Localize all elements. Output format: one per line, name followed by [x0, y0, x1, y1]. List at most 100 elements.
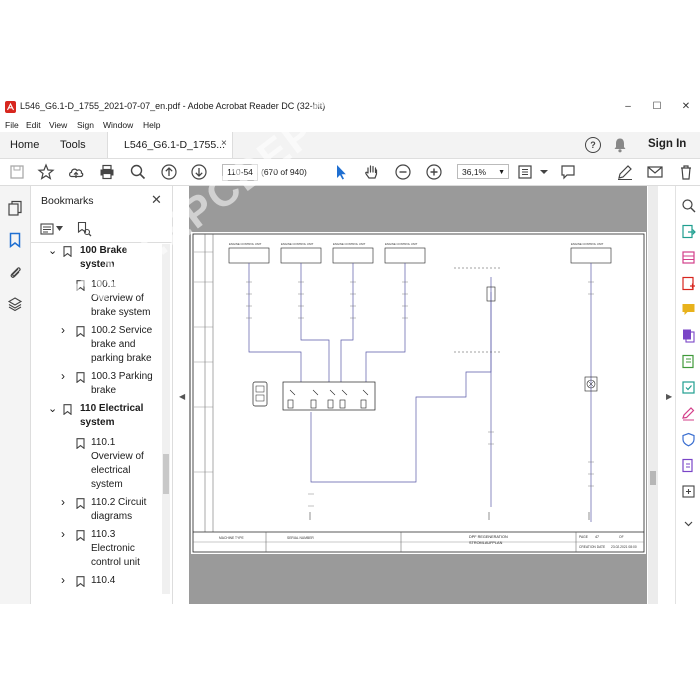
zoom-level-value: 36,1%	[462, 167, 487, 177]
sign-in-button[interactable]: Sign In	[648, 138, 686, 150]
document-scrollbar[interactable]	[648, 186, 658, 604]
menu-file[interactable]: File	[5, 120, 19, 130]
tab-document[interactable]: L546_G6.1-D_1755... ×	[107, 132, 233, 158]
creation-date-value: 23.02.2021 08:00	[611, 545, 637, 549]
bookmark-item[interactable]: › 100.2 Service brake and parking brake	[31, 323, 163, 368]
bookmark-item[interactable]: › 100.3 Parking brake	[31, 369, 163, 400]
chevron-down-icon[interactable]	[56, 226, 63, 232]
right-tools-rail	[675, 186, 700, 604]
acrobat-window: L546_G6.1-D_1755_2021-07-07_en.pdf - Ado…	[0, 97, 700, 604]
page-label: PAGE	[579, 535, 589, 539]
main-toolbar: 110-54 (670 of 940) 36,1% ▼	[0, 159, 700, 186]
select-cursor-icon[interactable]	[332, 163, 350, 181]
bookmark-label: 100.3 Parking brake	[91, 371, 153, 396]
upload-cloud-icon[interactable]	[67, 163, 85, 181]
expander-icon[interactable]: ›	[61, 495, 65, 509]
zoom-in-icon[interactable]	[425, 163, 443, 181]
attachments-paperclip-icon[interactable]	[7, 264, 23, 280]
zoom-search-icon[interactable]	[681, 198, 696, 213]
expander-icon[interactable]: ⌄	[48, 244, 57, 258]
bookmark-label: 110 Electrical system	[80, 403, 144, 428]
comment-tool-icon[interactable]	[681, 302, 696, 317]
scan-ocr-icon[interactable]	[681, 380, 696, 395]
page-thumbnails-icon[interactable]	[7, 200, 23, 216]
pdf-page: MACHINE TYPE SERIAL NUMBER DPF REGENERAT…	[191, 232, 646, 554]
tab-close-button[interactable]: ×	[221, 138, 227, 149]
menu-edit[interactable]: Edit	[26, 120, 41, 130]
bookmark-item[interactable]: › 110.2 Circuit diagrams	[31, 495, 163, 526]
previous-page-icon[interactable]	[160, 163, 178, 181]
bookmarks-scrollbar[interactable]	[162, 244, 170, 594]
help-icon[interactable]: ?	[585, 137, 601, 153]
send-for-review-icon[interactable]	[681, 458, 696, 473]
close-panel-button[interactable]: ✕	[151, 192, 162, 208]
maximize-button[interactable]: ☐	[650, 100, 664, 114]
bookmark-item[interactable]: 100.1 Overview of brake system	[31, 278, 163, 322]
close-button[interactable]: ✕	[679, 100, 693, 114]
bookmark-item[interactable]: › 110.3 Electronic control unit	[31, 527, 163, 572]
bookmarks-toolbar	[31, 216, 172, 243]
expander-icon[interactable]: ›	[61, 573, 65, 587]
search-icon[interactable]	[129, 163, 147, 181]
expander-icon[interactable]: ›	[61, 527, 65, 541]
menu-window[interactable]: Window	[103, 120, 133, 130]
bookmark-icon	[76, 326, 85, 337]
title-bar: L546_G6.1-D_1755_2021-07-07_en.pdf - Ado…	[0, 97, 700, 117]
bookmark-star-icon[interactable]	[37, 163, 55, 181]
circuit-diagram: MACHINE TYPE SERIAL NUMBER DPF REGENERAT…	[192, 233, 645, 553]
fit-page-icon[interactable]	[516, 163, 534, 181]
save-icon[interactable]	[8, 163, 26, 181]
email-icon[interactable]	[646, 163, 664, 181]
scrollbar-thumb[interactable]	[650, 471, 656, 485]
collapse-panel-right-icon[interactable]: ▶	[666, 392, 672, 401]
more-tools-icon[interactable]	[681, 484, 696, 499]
bookmark-item[interactable]: › 110.4	[31, 573, 163, 592]
chevron-down-icon[interactable]	[681, 516, 696, 531]
expander-icon[interactable]: ›	[61, 369, 65, 383]
next-page-icon[interactable]	[190, 163, 208, 181]
combine-files-icon[interactable]	[681, 328, 696, 343]
window-title: L546_G6.1-D_1755_2021-07-07_en.pdf - Ado…	[20, 101, 326, 111]
edit-pdf-icon[interactable]	[681, 354, 696, 369]
diagram-title: DPF REGENERATION	[469, 535, 508, 539]
menu-view[interactable]: View	[49, 120, 67, 130]
bookmark-icon	[63, 404, 72, 415]
tab-tools[interactable]: Tools	[60, 139, 86, 151]
fill-sign-icon[interactable]	[681, 406, 696, 421]
expander-icon[interactable]: ⌄	[48, 402, 57, 416]
ecu-label: ENGINE CONTROL UNIT	[229, 242, 262, 246]
expander-icon[interactable]: ›	[61, 323, 65, 337]
protect-shield-icon[interactable]	[681, 432, 696, 447]
minimize-button[interactable]: –	[621, 100, 635, 114]
bookmarks-panel-icon[interactable]	[7, 232, 23, 248]
export-pdf-icon[interactable]	[681, 224, 696, 239]
create-pdf-icon[interactable]	[681, 276, 696, 291]
bookmark-label: 100.1 Overview of brake system	[91, 279, 151, 318]
sign-pen-icon[interactable]	[616, 163, 634, 181]
tab-home[interactable]: Home	[10, 139, 39, 151]
layers-icon[interactable]	[7, 296, 23, 312]
print-icon[interactable]	[98, 163, 116, 181]
notifications-bell-icon[interactable]	[613, 137, 627, 153]
menu-help[interactable]: Help	[143, 120, 160, 130]
hand-tool-icon[interactable]	[363, 163, 381, 181]
delete-icon[interactable]	[677, 163, 695, 181]
bookmark-label: 100.2 Service brake and parking brake	[91, 325, 153, 364]
bookmark-item[interactable]: ⌄ 100 Brake system	[31, 244, 163, 274]
chevron-down-icon[interactable]	[535, 163, 553, 181]
bookmark-options-icon[interactable]	[40, 222, 54, 236]
document-view[interactable]: MACHINE TYPE SERIAL NUMBER DPF REGENERAT…	[189, 186, 647, 604]
zoom-level-select[interactable]: 36,1% ▼	[457, 164, 509, 179]
acrobat-logo-icon	[5, 101, 16, 113]
zoom-out-icon[interactable]	[394, 163, 412, 181]
bookmark-item[interactable]: 110.1 Overview of electrical system	[31, 436, 163, 494]
find-bookmark-icon[interactable]	[76, 221, 92, 237]
scrollbar-thumb[interactable]	[163, 454, 169, 494]
page-number-input[interactable]: 110-54	[222, 164, 258, 181]
comment-icon[interactable]	[559, 163, 577, 181]
organize-pages-icon[interactable]	[681, 250, 696, 265]
bookmark-icon	[76, 438, 85, 449]
menu-sign[interactable]: Sign	[77, 120, 94, 130]
collapse-panel-left-icon[interactable]: ◀	[179, 392, 185, 401]
bookmark-item[interactable]: ⌄ 110 Electrical system	[31, 402, 163, 432]
